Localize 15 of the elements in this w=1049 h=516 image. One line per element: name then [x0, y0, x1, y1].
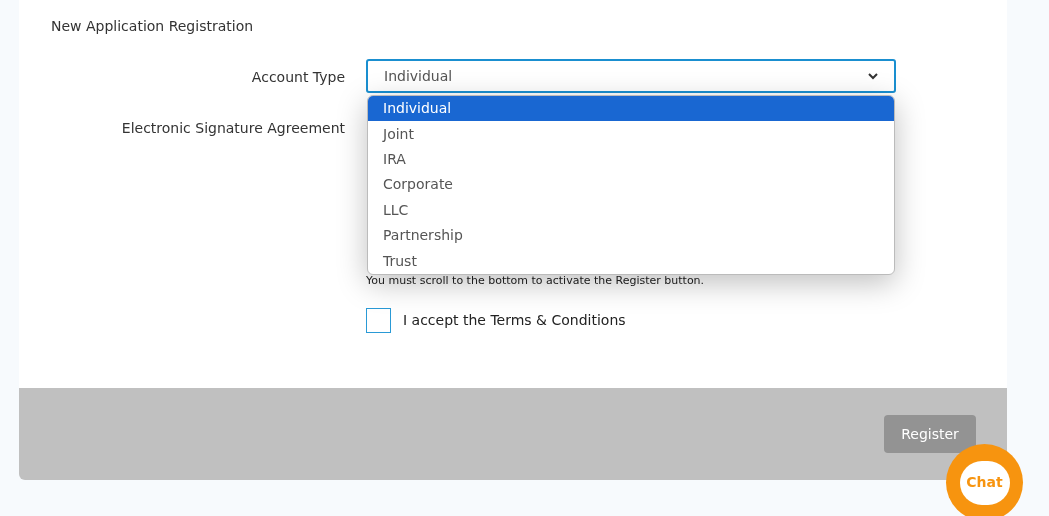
- dropdown-option[interactable]: Joint: [368, 121, 894, 147]
- terms-label: I accept the Terms & Conditions: [403, 310, 626, 330]
- dropdown-option[interactable]: Trust: [368, 248, 894, 274]
- dropdown-option[interactable]: IRA: [368, 146, 894, 173]
- form-title: New Application Registration: [51, 17, 255, 36]
- dropdown-option[interactable]: Corporate: [368, 172, 894, 198]
- field-label: Electronic Signature Agreement: [121, 119, 345, 138]
- chevron-down-icon: [868, 72, 878, 80]
- account-type-select[interactable]: Individual: [366, 59, 896, 93]
- dropdown-option[interactable]: Individual: [368, 96, 894, 122]
- terms-checkbox[interactable]: [366, 307, 391, 333]
- dropdown-option[interactable]: Partnership: [368, 222, 894, 249]
- field-label: Account Type: [251, 68, 345, 87]
- dropdown-option[interactable]: LLC: [368, 197, 894, 223]
- scroll-note: You must scroll to the bottom to activate the Register button.: [366, 273, 706, 289]
